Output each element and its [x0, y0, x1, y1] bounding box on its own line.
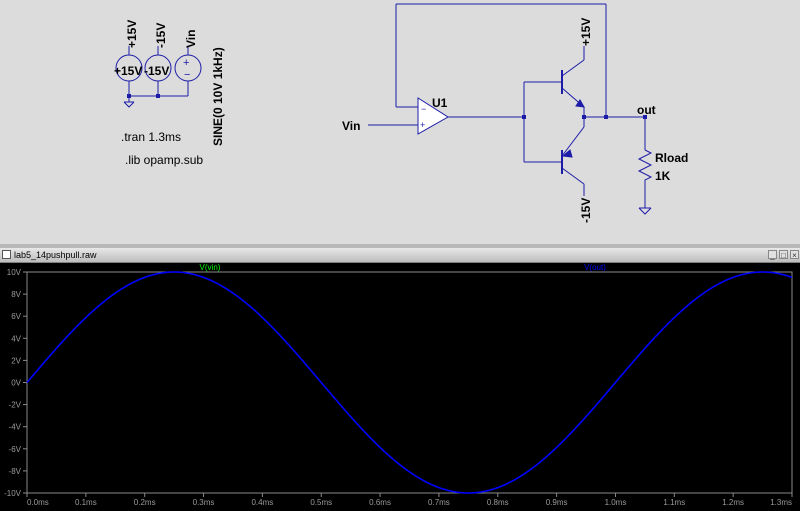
lib-directive[interactable]: .lib opamp.sub [125, 153, 203, 167]
x-tick-label: 0.0ms [27, 498, 49, 507]
x-tick-label: 0.5ms [310, 498, 332, 507]
svg-text:+: + [183, 57, 189, 69]
x-tick-label: 1.3ms [770, 498, 792, 507]
minimize-icon[interactable]: _ [768, 250, 777, 260]
tran-directive[interactable]: .tran 1.3ms [121, 130, 181, 144]
junction-dot [604, 115, 608, 119]
y-tick-label: 6V [11, 312, 21, 321]
circuit-wires[interactable] [368, 3, 652, 215]
y-tick-label: 4V [11, 334, 21, 343]
window-title: lab5_14pushpull.raw [14, 250, 97, 260]
pnp-transistor[interactable] [561, 126, 585, 185]
x-tick-label: 0.3ms [193, 498, 215, 507]
y-tick-label: 2V [11, 356, 21, 365]
resistor-rload[interactable] [637, 149, 653, 184]
close-icon[interactable]: × [790, 250, 799, 260]
source-value-2: -15V [144, 64, 169, 78]
y-tick-label: 10V [7, 268, 22, 277]
x-tick-label: 0.4ms [251, 498, 273, 507]
x-tick-label: 0.1ms [75, 498, 97, 507]
junction-dot [156, 94, 160, 98]
source-neg-label: -15V [154, 23, 168, 48]
trace-legend[interactable]: V(vin) V(out) [200, 263, 607, 272]
x-tick-label: 0.7ms [428, 498, 450, 507]
x-tick-label: 0.9ms [546, 498, 568, 507]
x-tick-label: 0.2ms [134, 498, 156, 507]
y-tick-label: 0V [11, 379, 21, 388]
opamp-ref: U1 [432, 96, 448, 110]
x-tick-label: 1.1ms [663, 498, 685, 507]
x-tick-label: 0.6ms [369, 498, 391, 507]
schematic-editor[interactable]: + − +15V -15V Vin +15V -15V SINE(0 10V 1… [0, 0, 800, 245]
sine-value: SINE(0 10V 1kHz) [211, 47, 225, 146]
maximize-icon[interactable]: □ [779, 250, 788, 260]
x-tick-label: 1.0ms [605, 498, 627, 507]
source-value-1: +15V [114, 64, 142, 78]
y-tick-label: -2V [9, 401, 22, 410]
y-tick-label: -10V [4, 489, 22, 498]
x-tick-label: 0.8ms [487, 498, 509, 507]
trace-vvin[interactable] [26, 271, 793, 494]
npn-transistor[interactable] [561, 59, 585, 108]
y-tick-label: -8V [9, 467, 22, 476]
rail-top-label: +15V [579, 18, 593, 46]
rail-bottom-label: -15V [579, 198, 593, 223]
y-tick-label: -6V [9, 445, 22, 454]
x-tick-label: 1.2ms [722, 498, 744, 507]
plot-frame [26, 271, 793, 494]
svg-text:+: + [420, 120, 425, 130]
schematic-canvas[interactable]: + − +15V -15V Vin +15V -15V SINE(0 10V 1… [0, 0, 800, 244]
source-pos-label: +15V [125, 20, 139, 48]
y-axis: 10V 8V 6V 4V 2V 0V -2V -4V -6V -8V -10V [4, 268, 27, 498]
y-tick-label: -4V [9, 423, 22, 432]
x-axis: 0.0ms 0.1ms 0.2ms 0.3ms 0.4ms 0.5ms 0.6ms 0.7ms… [26, 493, 793, 507]
window-icon [2, 250, 11, 259]
waveform-viewer[interactable]: lab5_14pushpull.raw _ □ × 10V 8V 6V 4V 2V 0V -… [0, 248, 800, 511]
trace-vout[interactable] [26, 271, 793, 494]
junction-dot [582, 115, 586, 119]
resistor-name: Rload [655, 151, 688, 165]
net-label-vin: Vin [342, 119, 360, 133]
source-vin-label: Vin [184, 30, 198, 48]
svg-text:−: − [421, 104, 426, 114]
svg-text:−: − [184, 69, 190, 81]
y-tick-label: 8V [11, 290, 21, 299]
net-label-out: out [637, 103, 656, 117]
waveform-titlebar[interactable]: lab5_14pushpull.raw _ □ × [0, 248, 800, 263]
trace-layer [26, 271, 793, 494]
trace-label-vout[interactable]: V(out) [584, 263, 606, 272]
resistor-value: 1K [655, 169, 671, 183]
junction-dot [522, 115, 526, 119]
junction-dot [127, 94, 131, 98]
plot-area[interactable]: 10V 8V 6V 4V 2V 0V -2V -4V -6V -8V -10V 0.0ms 0.1ms… [0, 262, 800, 511]
trace-label-vvin[interactable]: V(vin) [200, 263, 221, 272]
